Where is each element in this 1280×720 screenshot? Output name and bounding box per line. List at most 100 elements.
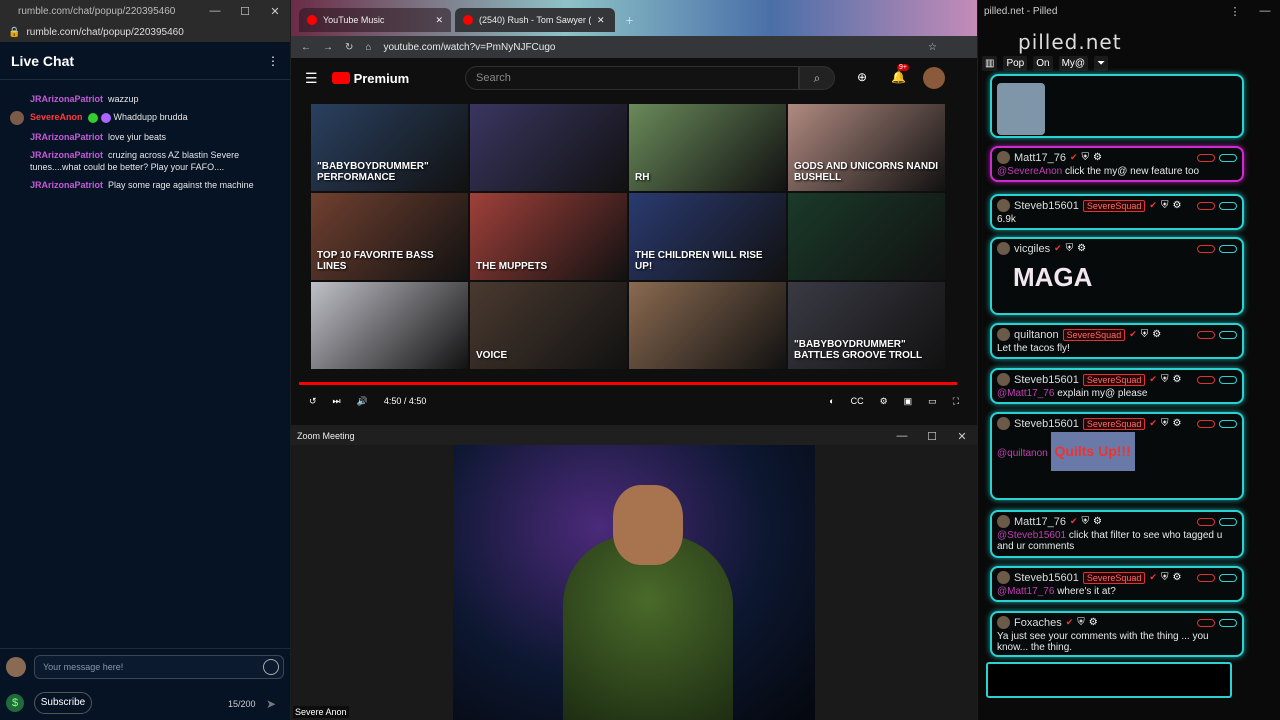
username[interactable]: vicgiles: [1014, 243, 1050, 255]
user-avatar[interactable]: [997, 328, 1010, 341]
account-avatar[interactable]: [923, 67, 945, 89]
more-options-icon[interactable]: ⋮: [1220, 5, 1250, 18]
like-toggle-icon[interactable]: [1219, 573, 1237, 582]
endscreen-thumbnail[interactable]: VOICE: [470, 282, 627, 369]
close-icon[interactable]: ✕: [947, 430, 977, 443]
like-toggle-icon[interactable]: [1219, 330, 1237, 339]
user-avatar[interactable]: [997, 151, 1010, 164]
on-button[interactable]: On: [1033, 56, 1053, 71]
chat-username[interactable]: SevereAnon: [30, 112, 83, 122]
settings-icon[interactable]: ⚙: [880, 396, 888, 407]
chat-username[interactable]: JRArizonaPatriot: [30, 150, 103, 160]
chat-username[interactable]: JRArizonaPatriot: [30, 132, 103, 142]
username[interactable]: quiltanon: [1014, 329, 1059, 341]
volume-icon[interactable]: 🔊: [357, 396, 368, 407]
bookmark-icon[interactable]: ☆: [928, 42, 937, 53]
back-icon[interactable]: ←: [301, 42, 311, 53]
address-bar[interactable]: youtube.com/watch?v=PmNyNJFCugo: [383, 42, 916, 53]
user-avatar[interactable]: [997, 417, 1010, 430]
endscreen-thumbnail[interactable]: TOP 10 FAVORITE BASS LINES: [311, 193, 468, 280]
reply-toggle-icon[interactable]: [1197, 153, 1215, 162]
reply-toggle-icon[interactable]: [1197, 517, 1215, 526]
columns-icon[interactable]: ▥: [982, 56, 998, 71]
like-toggle-icon[interactable]: [1219, 375, 1237, 384]
next-icon[interactable]: ⏭: [333, 396, 341, 407]
close-tab-icon[interactable]: ✕: [435, 15, 443, 26]
search-button[interactable]: ⌕: [799, 66, 835, 90]
new-tab-button[interactable]: ＋: [621, 8, 641, 32]
user-avatar[interactable]: [997, 571, 1010, 584]
like-toggle-icon[interactable]: [1219, 419, 1237, 428]
progress-bar[interactable]: [299, 382, 957, 385]
user-avatar[interactable]: [997, 616, 1010, 629]
tab-youtube-music[interactable]: YouTube Music ✕: [299, 8, 451, 32]
endscreen-thumbnail[interactable]: "BABYBOYDRUMMER" PERFORMANCE: [311, 104, 468, 191]
fullscreen-icon[interactable]: ⛶: [953, 396, 959, 407]
endscreen-thumbnail[interactable]: THE MUPPETS: [470, 193, 627, 280]
emoji-icon[interactable]: [263, 659, 279, 675]
gear-icon[interactable]: ⚙: [1172, 200, 1181, 211]
like-toggle-icon[interactable]: [1219, 244, 1237, 253]
mention-link[interactable]: @Matt17_76: [997, 388, 1054, 399]
username[interactable]: Matt17_76: [1014, 152, 1066, 164]
endscreen-thumbnail[interactable]: [470, 104, 627, 191]
mention-link[interactable]: @Steveb15601: [997, 530, 1066, 541]
youtube-logo[interactable]: Premium: [331, 71, 409, 86]
reply-toggle-icon[interactable]: [1197, 330, 1215, 339]
endscreen-thumbnail[interactable]: [788, 193, 945, 280]
user-avatar[interactable]: [997, 199, 1010, 212]
subscribe-button[interactable]: Subscribe: [34, 692, 92, 714]
endscreen-thumbnail[interactable]: "BABYBOYDRUMMER" BATTLES GROOVE TROLL: [788, 282, 945, 369]
user-avatar[interactable]: [997, 242, 1010, 255]
gear-icon[interactable]: ⚙: [1077, 243, 1086, 254]
reply-toggle-icon[interactable]: [1197, 573, 1215, 582]
search-input[interactable]: Search: [465, 66, 799, 90]
menu-icon[interactable]: ☰: [305, 70, 318, 87]
close-tab-icon[interactable]: ✕: [597, 15, 605, 26]
home-icon[interactable]: ⌂: [365, 42, 371, 53]
chat-username[interactable]: JRArizonaPatriot: [30, 180, 103, 190]
more-options-icon[interactable]: ⋮: [267, 54, 279, 68]
my-mentions-button[interactable]: My@: [1058, 56, 1089, 71]
endscreen-thumbnail[interactable]: GODS AND UNICORNS NANDI BUSHELL: [788, 104, 945, 191]
maximize-icon[interactable]: ☐: [917, 430, 947, 443]
username[interactable]: Matt17_76: [1014, 516, 1066, 528]
filter-icon[interactable]: ⏷: [1094, 56, 1109, 71]
replay-icon[interactable]: ↺: [309, 396, 317, 407]
tab-rush[interactable]: (2540) Rush - Tom Sawyer (Bass ✕: [455, 8, 615, 32]
username[interactable]: Steveb15601: [1014, 572, 1079, 584]
gear-icon[interactable]: ⚙: [1172, 374, 1181, 385]
gear-icon[interactable]: ⚙: [1089, 617, 1098, 628]
chat-username[interactable]: JRArizonaPatriot: [30, 94, 103, 104]
reply-toggle-icon[interactable]: [1197, 618, 1215, 627]
pop-button[interactable]: Pop: [1003, 56, 1028, 71]
like-toggle-icon[interactable]: [1219, 517, 1237, 526]
mention-link[interactable]: @SevereAnon: [997, 166, 1062, 177]
reply-toggle-icon[interactable]: [1197, 375, 1215, 384]
like-toggle-icon[interactable]: [1219, 153, 1237, 162]
forward-icon[interactable]: →: [323, 42, 333, 53]
reply-toggle-icon[interactable]: [1197, 419, 1215, 428]
pilled-message-input[interactable]: [986, 662, 1232, 698]
user-avatar[interactable]: [997, 373, 1010, 386]
theater-icon[interactable]: ▭: [928, 396, 937, 407]
username[interactable]: Steveb15601: [1014, 374, 1079, 386]
gear-icon[interactable]: ⚙: [1093, 516, 1102, 527]
like-toggle-icon[interactable]: [1219, 618, 1237, 627]
bell-icon[interactable]: 🔔: [891, 70, 906, 84]
mention-link[interactable]: @Matt17_76: [997, 586, 1054, 597]
mention-link[interactable]: @quiltanon: [997, 448, 1048, 459]
dollar-icon[interactable]: $: [6, 694, 24, 712]
endscreen-thumbnail[interactable]: RH: [629, 104, 786, 191]
minimize-icon[interactable]: —: [887, 430, 917, 442]
gear-icon[interactable]: ⚙: [1172, 572, 1181, 583]
reply-toggle-icon[interactable]: [1197, 244, 1215, 253]
username[interactable]: Steveb15601: [1014, 418, 1079, 430]
gear-icon[interactable]: ⚙: [1172, 418, 1181, 429]
message-input[interactable]: Your message here!: [34, 655, 284, 679]
create-icon[interactable]: ⊕: [857, 70, 867, 84]
gear-icon[interactable]: ⚙: [1152, 329, 1161, 340]
reload-icon[interactable]: ↻: [345, 42, 353, 53]
username[interactable]: Foxaches: [1014, 617, 1062, 629]
username[interactable]: Steveb15601: [1014, 200, 1079, 212]
